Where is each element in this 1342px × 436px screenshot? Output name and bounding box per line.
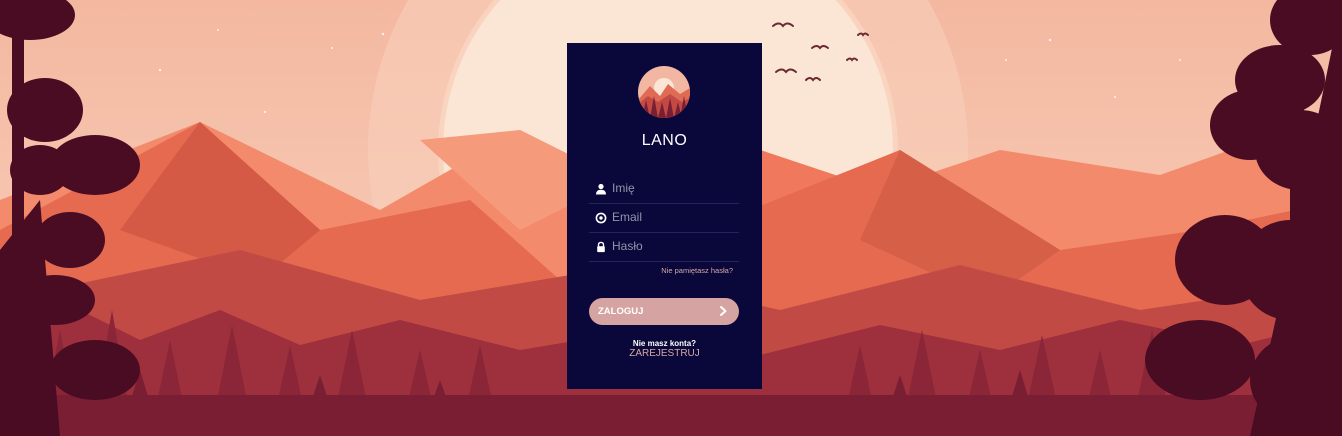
brand-logo [638, 66, 690, 118]
login-button-label: ZALOGUJ [598, 306, 644, 317]
password-input[interactable] [612, 237, 732, 255]
app-title: LANO [641, 132, 688, 149]
login-button[interactable]: ZALOGUJ [589, 298, 739, 325]
no-account-text: Nie masz konta? [632, 339, 697, 348]
user-icon [596, 183, 606, 195]
password-field[interactable] [589, 233, 739, 262]
at-icon [595, 212, 607, 224]
email-field[interactable] [589, 204, 739, 233]
email-input[interactable] [612, 208, 732, 226]
name-input[interactable] [612, 179, 732, 197]
login-card: LANO Nie pamiętasz hasła? ZALOGUJ Nie ma… [567, 43, 762, 389]
name-field[interactable] [589, 175, 739, 204]
forgot-password-link[interactable]: Nie pamiętasz hasła? [661, 266, 733, 275]
chevron-right-icon [720, 306, 727, 316]
lock-icon [597, 241, 605, 253]
register-link[interactable]: ZAREJESTRUJ [567, 348, 762, 359]
